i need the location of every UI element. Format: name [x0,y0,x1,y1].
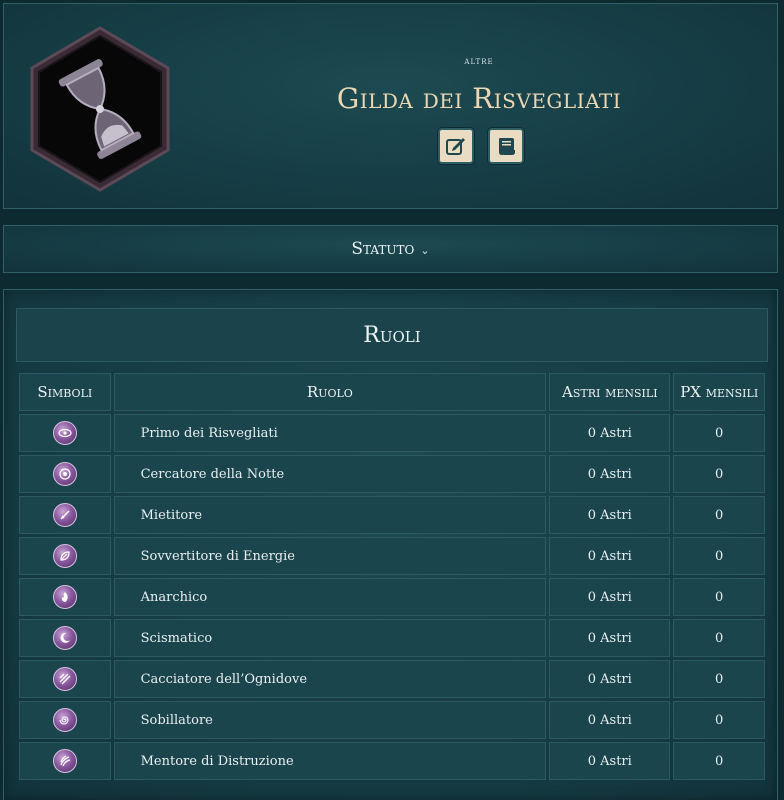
table-row: Mietitore 0 Astri 0 [19,496,765,534]
role-monthly-astri: 0 Astri [549,742,671,780]
leaf-sigil-icon [52,544,77,568]
statute-label: Statuto [351,239,415,259]
column-header-monthly-astri: Astri mensili [549,373,671,411]
claw-sigil-icon [52,749,77,773]
eye-sigil-icon [52,462,77,486]
role-name: Cercatore della Notte [113,455,547,493]
role-monthly-astri: 0 Astri [549,414,671,452]
role-monthly-px: 0 [673,619,765,657]
role-monthly-astri: 0 Astri [549,578,671,616]
role-symbol-cell [19,619,111,657]
role-monthly-astri: 0 Astri [549,701,671,739]
role-symbol-cell [19,742,111,780]
role-name: Cacciatore dell’Ognidove [113,660,547,698]
guild-header: ALTRE Gilda dei Risvegliati [3,3,778,209]
flame-sigil-icon [52,585,77,609]
role-symbol-cell [19,455,111,493]
role-monthly-astri: 0 Astri [549,619,671,657]
role-symbol-cell [19,701,111,739]
spiral-sigil-icon [52,708,77,732]
roles-panel: Ruoli Simboli Ruolo Astri mensili PX men… [3,289,778,800]
role-symbol-cell [19,660,111,698]
roles-title-bar: Ruoli [16,308,768,362]
scroll-button[interactable] [488,128,524,164]
role-name: Sobillatore [113,701,547,739]
role-symbol-cell [19,496,111,534]
role-monthly-px: 0 [673,742,765,780]
column-header-monthly-px: PX mensili [673,373,765,411]
roles-table-header: Simboli Ruolo Astri mensili PX mensili [19,373,765,411]
table-row: Sobillatore 0 Astri 0 [19,701,765,739]
role-name: Anarchico [113,578,547,616]
role-monthly-astri: 0 Astri [549,537,671,575]
table-row: Mentore di Distruzione 0 Astri 0 [19,742,765,780]
roles-title: Ruoli [363,322,421,348]
table-row: Cercatore della Notte 0 Astri 0 [19,455,765,493]
table-row: Scismatico 0 Astri 0 [19,619,765,657]
edit-button[interactable] [438,128,474,164]
role-name: Primo dei Risvegliati [113,414,547,452]
column-header-role: Ruolo [113,373,547,411]
guild-title: Gilda dei Risvegliati [336,82,622,115]
roles-table: Simboli Ruolo Astri mensili PX mensili P… [16,370,768,783]
scroll-icon [499,138,515,155]
role-symbol-cell [19,537,111,575]
role-monthly-px: 0 [673,537,765,575]
hourglass-icon [30,26,170,192]
role-monthly-astri: 0 Astri [549,496,671,534]
role-symbol-cell [19,414,111,452]
role-monthly-px: 0 [673,414,765,452]
role-monthly-px: 0 [673,455,765,493]
blade-sigil-icon [52,503,77,527]
column-header-symbols: Simboli [19,373,111,411]
table-row: Cacciatore dell’Ognidove 0 Astri 0 [19,660,765,698]
role-symbol-cell [19,578,111,616]
role-monthly-px: 0 [673,496,765,534]
role-monthly-astri: 0 Astri [549,660,671,698]
role-monthly-astri: 0 Astri [549,455,671,493]
table-row: Sovvertitore di Energie 0 Astri 0 [19,537,765,575]
role-monthly-px: 0 [673,660,765,698]
guild-category: ALTRE [464,56,494,67]
edit-icon [446,138,465,155]
eye-sigil-icon [52,421,77,445]
role-monthly-px: 0 [673,701,765,739]
role-monthly-px: 0 [673,578,765,616]
chevron-down-icon: ⌄ [420,243,430,257]
role-name: Mentore di Distruzione [113,742,547,780]
stripes-sigil-icon [52,667,77,691]
role-name: Scismatico [113,619,547,657]
statute-toggle[interactable]: Statuto ⌄ [3,225,778,273]
role-name: Sovvertitore di Energie [113,537,547,575]
table-row: Anarchico 0 Astri 0 [19,578,765,616]
table-row: Primo dei Risvegliati 0 Astri 0 [19,414,765,452]
moon-sigil-icon [52,626,77,650]
role-name: Mietitore [113,496,547,534]
